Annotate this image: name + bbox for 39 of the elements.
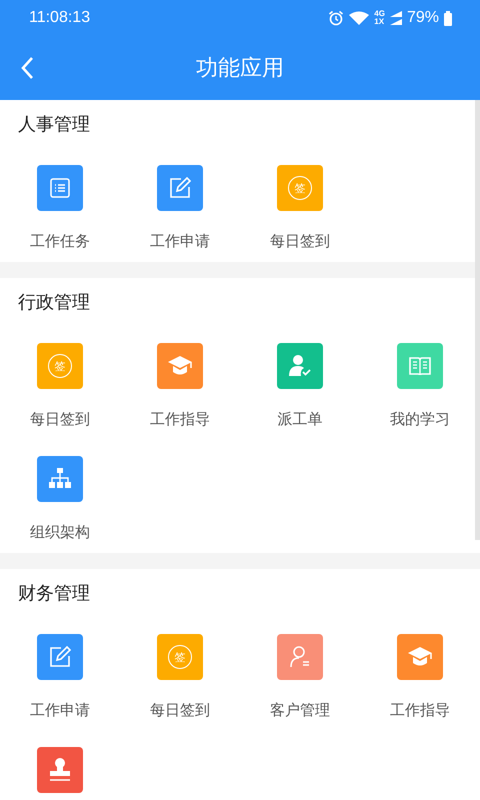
- graduation-cap-icon[interactable]: [397, 634, 443, 680]
- app-label: 派工单: [278, 409, 322, 429]
- stamp-icon[interactable]: [37, 747, 83, 793]
- graduation-cap-icon[interactable]: [157, 343, 203, 389]
- scrollbar[interactable]: [475, 100, 480, 540]
- book-icon[interactable]: [397, 343, 443, 389]
- battery-icon: [444, 10, 452, 26]
- list-icon[interactable]: [37, 165, 83, 211]
- page-title: 功能应用: [196, 55, 284, 83]
- app-label: 每日签到: [30, 409, 90, 429]
- app-label: 每日签到: [270, 231, 330, 251]
- sign-in-icon[interactable]: 签: [37, 343, 83, 389]
- section-title: 行政管理: [17, 291, 91, 315]
- back-icon[interactable]: [20, 56, 34, 80]
- network-label: 1X: [374, 18, 385, 26]
- section-title: 人事管理: [17, 113, 91, 137]
- sign-in-icon[interactable]: 签: [277, 165, 323, 211]
- app-label: 工作指导: [390, 700, 450, 720]
- app-label: 工作任务: [30, 231, 90, 251]
- alarm-icon: [328, 10, 344, 26]
- app-label: 每日签到: [150, 700, 210, 720]
- signal-icon: [390, 11, 402, 25]
- edit-icon[interactable]: [37, 634, 83, 680]
- app-label: 工作申请: [150, 231, 210, 251]
- app-label: 组织架构: [30, 522, 90, 542]
- person-check-icon[interactable]: [277, 343, 323, 389]
- status-time: 11:08:13: [29, 9, 90, 27]
- person-icon[interactable]: [277, 634, 323, 680]
- section-title: 财务管理: [17, 582, 91, 606]
- sign-in-icon[interactable]: 签: [157, 634, 203, 680]
- app-label: 我的学习: [390, 409, 450, 429]
- edit-icon[interactable]: [157, 165, 203, 211]
- wifi-icon: [349, 11, 370, 25]
- org-chart-icon[interactable]: [37, 456, 83, 502]
- app-label: 客户管理: [270, 700, 330, 720]
- app-label: 工作申请: [30, 700, 90, 720]
- app-label: 工作指导: [150, 409, 210, 429]
- battery-percent: 79%: [406, 9, 439, 27]
- network-label: 4G: [374, 10, 385, 18]
